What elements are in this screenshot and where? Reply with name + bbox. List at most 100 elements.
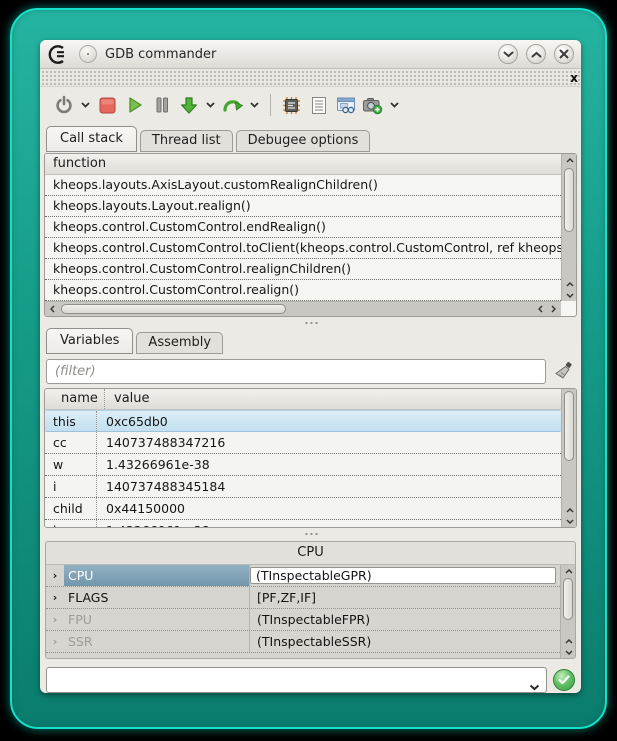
variable-name: cc	[45, 432, 97, 453]
register-group-name[interactable]: SSR	[64, 631, 250, 652]
app-logo-icon	[47, 45, 71, 64]
panel-splitter[interactable]	[40, 528, 581, 539]
tab-variables[interactable]: Variables	[46, 328, 133, 354]
clear-filter-broom-icon[interactable]	[551, 359, 575, 383]
value-column-header[interactable]: value	[105, 389, 150, 409]
window-title: GDB commander	[105, 47, 216, 62]
cpu-vertical-scrollbar[interactable]	[560, 565, 575, 658]
expand-chevron-icon[interactable]: ›	[46, 631, 64, 652]
dropdown-chevron-icon[interactable]	[202, 92, 219, 119]
cpu-inspector-panel: CPU › CPU (TInspectableGPR) › FLAGS [PF,…	[45, 541, 576, 659]
dropdown-chevron-icon[interactable]	[246, 92, 263, 119]
variable-value: 1.43266961e-38	[97, 520, 561, 527]
dock-close-icon[interactable]: x	[570, 70, 578, 86]
scrollbar-thumb[interactable]	[564, 391, 574, 461]
step-over-icon[interactable]	[219, 92, 246, 119]
variable-value: 1.43266961e-38	[97, 454, 561, 475]
name-column-header[interactable]: name	[53, 389, 105, 409]
variables-rows: this 0xc65db0 cc 140737488347216 w 1.432…	[45, 410, 561, 527]
variable-name: this	[45, 411, 97, 431]
variable-value: 140737488345184	[97, 476, 561, 497]
combo-dropdown-chevron-icon[interactable]	[529, 676, 540, 695]
close-icon[interactable]	[554, 44, 574, 64]
tab-assembly[interactable]: Assembly	[136, 332, 223, 354]
scrollbar-thumb[interactable]	[61, 304, 286, 314]
register-value: [PF,ZF,IF]	[250, 587, 560, 608]
callstack-row[interactable]: kheops.control.CustomControl.realign()	[45, 280, 561, 301]
tab-debugee-options[interactable]: Debugee options	[236, 130, 371, 152]
tab-call-stack[interactable]: Call stack	[46, 126, 137, 152]
callstack-row[interactable]: kheops.layouts.Layout.realign()	[45, 196, 561, 217]
titlebar[interactable]: GDB commander	[40, 40, 581, 69]
register-group-name[interactable]: CPU	[64, 565, 250, 586]
command-combobox[interactable]	[46, 667, 547, 693]
expand-chevron-icon[interactable]: ›	[46, 587, 64, 608]
expand-chevron-icon[interactable]: ›	[46, 565, 64, 586]
unshade-icon[interactable]	[526, 44, 546, 64]
cpu-view-icon[interactable]	[278, 92, 305, 119]
variable-value: 0xc65db0	[97, 411, 561, 431]
pause-icon[interactable]	[148, 92, 175, 119]
ok-check-icon[interactable]	[553, 669, 575, 691]
variable-row[interactable]: w 1.43266961e-38	[45, 454, 561, 476]
callstack-row[interactable]: kheops.control.CustomControl.endRealign(…	[45, 217, 561, 238]
register-value: (TInspectableFPR)	[250, 609, 560, 630]
scroll-down-icon[interactable]	[562, 289, 577, 301]
scroll-left-icon[interactable]	[45, 303, 60, 315]
register-group-name[interactable]: FPU	[64, 609, 250, 630]
scroll-down-icon[interactable]	[562, 515, 577, 527]
variable-name: h	[45, 520, 97, 527]
debug-toolbar	[40, 87, 581, 123]
variables-filter-row	[46, 358, 575, 384]
add-watch-icon[interactable]	[359, 92, 386, 119]
callstack-column-header[interactable]: function	[45, 154, 576, 175]
dropdown-chevron-icon[interactable]	[77, 92, 94, 119]
variables-vertical-scrollbar[interactable]	[561, 389, 576, 527]
stop-icon[interactable]	[94, 92, 121, 119]
watch-window-icon[interactable]	[332, 92, 359, 119]
scroll-right-icon[interactable]	[546, 303, 561, 315]
variable-row[interactable]: this 0xc65db0	[45, 410, 561, 432]
callstack-row[interactable]: kheops.control.CustomControl.toClient(kh…	[45, 238, 561, 259]
scroll-up-icon[interactable]	[562, 154, 577, 166]
scroll-down-icon[interactable]	[561, 646, 576, 658]
shade-icon[interactable]	[498, 44, 518, 64]
variable-row[interactable]: child 0x44150000	[45, 498, 561, 520]
expand-chevron-icon[interactable]: ›	[46, 609, 64, 630]
scrollbar-thumb[interactable]	[564, 168, 574, 232]
dropdown-chevron-icon[interactable]	[386, 92, 403, 119]
callstack-row[interactable]: kheops.layouts.AxisLayout.customRealignC…	[45, 175, 561, 196]
variable-name: child	[45, 498, 97, 519]
scroll-up-icon[interactable]	[561, 565, 576, 577]
dock-drag-bar[interactable]: x	[40, 69, 581, 87]
scrollbar-thumb[interactable]	[563, 578, 573, 620]
cpu-register-row[interactable]: › FPU (TInspectableFPR)	[46, 609, 560, 631]
command-bar	[46, 667, 575, 693]
output-view-icon[interactable]	[305, 92, 332, 119]
cpu-panel-title: CPU	[46, 542, 575, 564]
variable-row[interactable]: h 1.43266961e-38	[45, 520, 561, 527]
register-value-editbox[interactable]: (TInspectableGPR)	[250, 567, 556, 584]
variable-row[interactable]: i 140737488345184	[45, 476, 561, 498]
run-icon[interactable]	[121, 92, 148, 119]
power-icon[interactable]	[50, 92, 77, 119]
cpu-grid: › CPU (TInspectableGPR) › FLAGS [PF,ZF,I…	[46, 564, 575, 658]
variables-panel: name value this 0xc65db0 cc 140737488347…	[44, 388, 577, 528]
cpu-register-row[interactable]: › FLAGS [PF,ZF,IF]	[46, 587, 560, 609]
variable-value: 0x44150000	[97, 498, 561, 519]
filter-input[interactable]	[46, 359, 546, 384]
window-menu-icon[interactable]	[79, 45, 97, 63]
callstack-row[interactable]: kheops.control.CustomControl.realignChil…	[45, 259, 561, 280]
variable-row[interactable]: cc 140737488347216	[45, 432, 561, 454]
tab-thread-list[interactable]: Thread list	[140, 130, 233, 152]
cpu-register-row[interactable]: › CPU (TInspectableGPR)	[46, 565, 560, 587]
command-input[interactable]	[47, 669, 546, 691]
callstack-horizontal-scrollbar[interactable]	[45, 301, 561, 316]
step-into-icon[interactable]	[175, 92, 202, 119]
cpu-register-row[interactable]: › SSR (TInspectableSSR)	[46, 631, 560, 653]
toolbar-separator	[270, 94, 271, 116]
callstack-vertical-scrollbar[interactable]	[561, 154, 576, 301]
register-group-name[interactable]: FLAGS	[64, 587, 250, 608]
callstack-panel: function kheops.layouts.AxisLayout.custo…	[44, 153, 577, 317]
panel-splitter[interactable]	[40, 317, 581, 328]
